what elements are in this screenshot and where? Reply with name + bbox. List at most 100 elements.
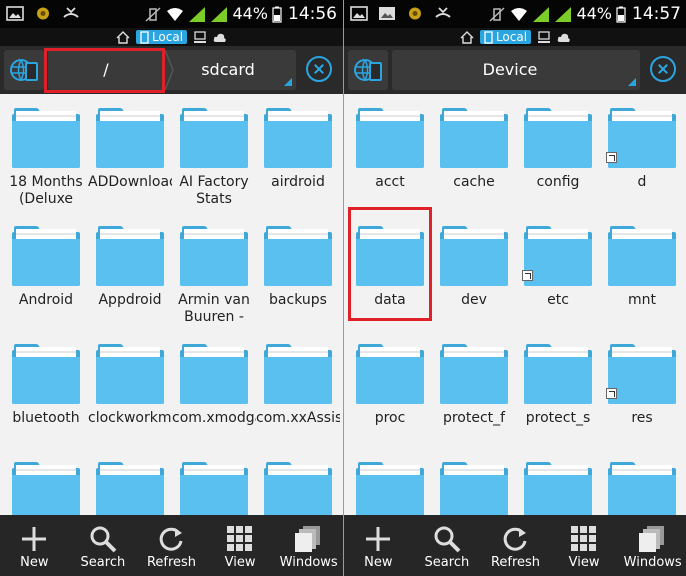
folder-item[interactable] bbox=[432, 448, 516, 515]
breadcrumb-sdcard[interactable]: sdcard bbox=[174, 50, 282, 90]
path-toolbar: Device bbox=[344, 46, 686, 94]
mode-bar: Local bbox=[0, 28, 343, 46]
folder-item[interactable] bbox=[256, 448, 340, 515]
folder-item[interactable]: mnt bbox=[600, 212, 684, 330]
clock: 14:56 bbox=[288, 4, 337, 24]
folder-item[interactable]: proc bbox=[348, 330, 432, 448]
folder-name: etc bbox=[547, 292, 569, 308]
breadcrumb-root[interactable]: / bbox=[48, 50, 164, 90]
folder-icon bbox=[180, 462, 248, 515]
battery-percent: 44% bbox=[576, 4, 612, 23]
folder-icon bbox=[264, 462, 332, 515]
local-mode-badge[interactable]: Local bbox=[479, 30, 532, 44]
folder-item[interactable]: d bbox=[600, 94, 684, 212]
computer-icon[interactable] bbox=[193, 30, 207, 44]
folder-item[interactable]: 18 Months (Deluxe bbox=[4, 94, 88, 212]
folder-item[interactable] bbox=[348, 448, 432, 515]
local-mode-badge[interactable]: Local bbox=[135, 30, 188, 44]
dropdown-corner-icon bbox=[628, 78, 636, 86]
storage-device-icon bbox=[354, 59, 382, 81]
toolbar-button-label: Windows bbox=[279, 555, 338, 570]
folder-name: Appdroid bbox=[98, 292, 162, 308]
new-button[interactable]: New bbox=[0, 515, 69, 576]
folder-name: dev bbox=[461, 292, 487, 308]
folder-name: protect_f bbox=[442, 410, 506, 426]
signal-icon bbox=[533, 6, 550, 22]
folder-item[interactable] bbox=[172, 448, 256, 515]
folder-item[interactable] bbox=[88, 448, 172, 515]
folder-name: clockworkmod bbox=[88, 410, 172, 426]
folder-item[interactable] bbox=[600, 448, 684, 515]
folder-item[interactable] bbox=[4, 448, 88, 515]
folder-name: ADDownloads bbox=[88, 174, 172, 190]
folder-item[interactable]: AI Factory Stats bbox=[172, 94, 256, 212]
folder-name: d bbox=[637, 174, 647, 190]
folder-item[interactable]: com.xmodgame bbox=[172, 330, 256, 448]
home-icon[interactable] bbox=[116, 30, 130, 44]
grid-icon bbox=[226, 526, 252, 551]
refresh-button[interactable]: Refresh bbox=[481, 515, 550, 576]
symlink-icon bbox=[606, 152, 617, 163]
windows-icon bbox=[295, 526, 321, 552]
folder-item[interactable]: ADDownloads bbox=[88, 94, 172, 212]
folder-item[interactable]: data bbox=[348, 212, 432, 330]
storage-button[interactable] bbox=[348, 50, 388, 90]
vibrate-mute-icon bbox=[145, 6, 161, 22]
folder-item[interactable]: etc bbox=[516, 212, 600, 330]
folder-icon bbox=[524, 108, 592, 168]
folder-item[interactable]: protect_f bbox=[432, 330, 516, 448]
folder-item[interactable]: res bbox=[600, 330, 684, 448]
new-button[interactable]: New bbox=[344, 515, 413, 576]
breadcrumb-separator-icon bbox=[164, 50, 174, 90]
folder-icon bbox=[96, 344, 164, 404]
folder-item[interactable]: config bbox=[516, 94, 600, 212]
storage-button[interactable] bbox=[4, 50, 44, 90]
folder-item[interactable]: dev bbox=[432, 212, 516, 330]
close-tab-button[interactable] bbox=[306, 56, 332, 82]
folder-item[interactable]: protect_s bbox=[516, 330, 600, 448]
folder-item[interactable]: Appdroid bbox=[88, 212, 172, 330]
computer-icon[interactable] bbox=[537, 30, 551, 44]
image-icon bbox=[6, 6, 24, 21]
signal-2-icon bbox=[211, 6, 228, 22]
folder-icon bbox=[96, 462, 164, 515]
folder-item[interactable]: bluetooth bbox=[4, 330, 88, 448]
breadcrumb-device[interactable]: Device bbox=[392, 50, 628, 90]
refresh-button[interactable]: Refresh bbox=[137, 515, 206, 576]
folder-item[interactable]: com.xxAssistant bbox=[256, 330, 340, 448]
folder-item[interactable]: clockworkmod bbox=[88, 330, 172, 448]
search-button[interactable]: Search bbox=[413, 515, 482, 576]
grid-icon bbox=[570, 526, 596, 551]
search-icon bbox=[434, 526, 461, 553]
folder-icon bbox=[264, 226, 332, 286]
folder-icon bbox=[524, 226, 592, 286]
close-tab-button[interactable] bbox=[650, 56, 676, 82]
folder-item[interactable] bbox=[516, 448, 600, 515]
status-bar: 44% 14:57 bbox=[344, 0, 686, 28]
folder-name: config bbox=[536, 174, 580, 190]
windows-button[interactable]: Windows bbox=[618, 515, 686, 576]
folder-name: Android bbox=[18, 292, 74, 308]
cloud-icon[interactable] bbox=[213, 31, 227, 44]
folder-item[interactable]: Armin van Buuren - bbox=[172, 212, 256, 330]
view-button[interactable]: View bbox=[206, 515, 275, 576]
folder-icon bbox=[96, 226, 164, 286]
symlink-icon bbox=[606, 388, 617, 399]
folder-item[interactable]: airdroid bbox=[256, 94, 340, 212]
home-icon[interactable] bbox=[460, 30, 474, 44]
folder-icon bbox=[608, 344, 676, 404]
folder-item[interactable]: Android bbox=[4, 212, 88, 330]
folder-icon bbox=[180, 108, 248, 168]
folder-name: cache bbox=[453, 174, 495, 190]
folder-item[interactable]: backups bbox=[256, 212, 340, 330]
toolbar-button-label: New bbox=[20, 555, 49, 570]
right-pane: 44% 14:57 Local Device acct cache config… bbox=[343, 0, 686, 576]
search-button[interactable]: Search bbox=[69, 515, 138, 576]
windows-button[interactable]: Windows bbox=[274, 515, 343, 576]
local-mode-label: Local bbox=[151, 30, 184, 44]
view-button[interactable]: View bbox=[550, 515, 619, 576]
folder-name: Armin van Buuren - bbox=[178, 292, 250, 325]
folder-item[interactable]: cache bbox=[432, 94, 516, 212]
folder-item[interactable]: acct bbox=[348, 94, 432, 212]
cloud-icon[interactable] bbox=[557, 31, 571, 44]
